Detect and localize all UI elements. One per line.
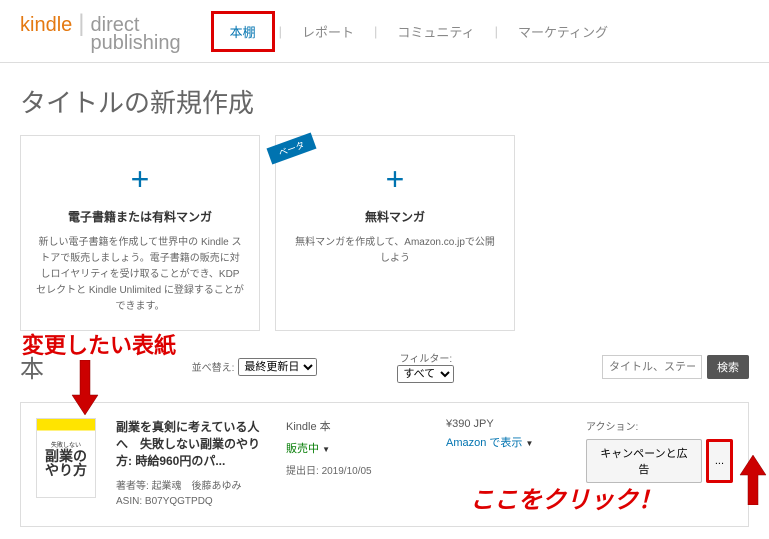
main-nav: 本棚 | レポート | コミュニティ | マーケティング	[211, 11, 624, 52]
search-button[interactable]: 検索	[707, 355, 749, 379]
annotation-click-here: ここをクリック！	[470, 480, 662, 515]
more-actions-button[interactable]: ...	[706, 439, 733, 483]
card-description: 新しい電子書籍を作成して世界中の Kindle ストアで販売しましょう。電子書籍…	[36, 235, 244, 315]
format-label: Kindle 本	[286, 418, 426, 434]
book-asin: ASIN: B07YQGTPDQ	[116, 496, 266, 507]
nav-separator: |	[370, 24, 381, 39]
campaign-ads-button[interactable]: キャンペーンと広告	[586, 439, 702, 483]
nav-separator: |	[275, 24, 286, 39]
logo-divider: |	[78, 10, 84, 38]
chevron-down-icon: ▼	[525, 439, 533, 448]
view-on-amazon-link[interactable]: Amazon で表示 ▼	[446, 434, 566, 450]
logo-kindle: kindle	[20, 14, 72, 37]
annotation-change-cover: 変更したい表紙	[22, 328, 176, 360]
sort-select[interactable]: 最終更新日	[238, 358, 317, 376]
nav-reports[interactable]: レポート	[286, 14, 370, 49]
status-dropdown[interactable]: 販売中 ▼	[286, 440, 426, 456]
publish-date: 提出日: 2019/10/05	[286, 462, 426, 477]
book-authors: 著者等: 起業魂 後藤あゆみ	[116, 477, 266, 492]
chevron-down-icon: ▼	[322, 445, 330, 454]
nav-marketing[interactable]: マーケティング	[502, 14, 624, 49]
card-description: 無料マンガを作成して、Amazon.co.jpで公開しよう	[291, 235, 499, 267]
nav-community[interactable]: コミュニティ	[381, 14, 490, 49]
create-free-manga-card[interactable]: ベータ + 無料マンガ 無料マンガを作成して、Amazon.co.jpで公開しよ…	[275, 135, 515, 331]
plus-icon: +	[291, 161, 499, 198]
action-label: アクション:	[586, 418, 733, 433]
book-title[interactable]: 副業を真剣に考えている人へ 失敗しない副業のやり方: 時給960円のパ...	[116, 418, 266, 469]
kdp-logo[interactable]: kindle | directpublishing	[20, 10, 181, 52]
logo-direct-publishing: directpublishing	[91, 16, 181, 52]
nav-bookshelf[interactable]: 本棚	[211, 11, 275, 52]
card-title: 無料マンガ	[291, 208, 499, 225]
plus-icon: +	[36, 161, 244, 198]
arrow-down-icon	[70, 360, 100, 415]
sort-label: 並べ替え:	[192, 359, 235, 374]
book-cover-thumbnail[interactable]: 失敗しない 副業の やり方	[36, 418, 96, 498]
filter-label: フィルター:	[400, 350, 453, 365]
card-title: 電子書籍または有料マンガ	[36, 208, 244, 225]
arrow-up-icon	[738, 455, 768, 505]
nav-separator: |	[491, 24, 502, 39]
book-price: ¥390 JPY	[446, 418, 566, 430]
search-input[interactable]	[602, 355, 702, 379]
beta-badge: ベータ	[267, 132, 317, 164]
filter-select[interactable]: すべて	[397, 365, 454, 383]
create-title-heading: タイトルの新規作成	[0, 63, 769, 135]
create-ebook-card[interactable]: + 電子書籍または有料マンガ 新しい電子書籍を作成して世界中の Kindle ス…	[20, 135, 260, 331]
